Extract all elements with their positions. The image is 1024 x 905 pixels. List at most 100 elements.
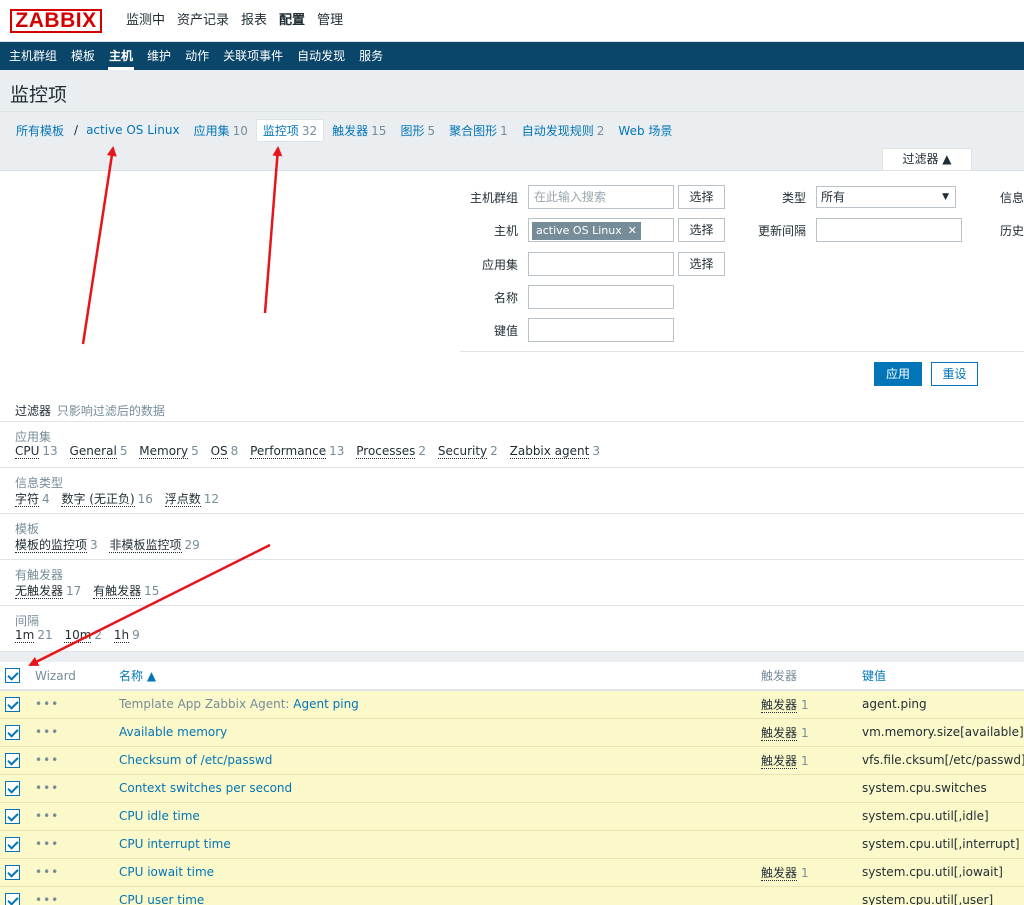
row-checkbox[interactable] <box>5 864 20 880</box>
subfilter-option-name[interactable]: Zabbix agent <box>509 444 590 459</box>
subfilter-option-name[interactable]: 非模板监控项 <box>109 538 182 553</box>
wizard-menu-icon[interactable]: ••• <box>35 837 59 851</box>
menu-reports[interactable]: 报表 <box>235 0 273 42</box>
item-name-link[interactable]: CPU interrupt time <box>119 837 231 851</box>
subfilter-option-name[interactable]: General <box>69 444 117 459</box>
subfilter-option[interactable]: 非模板监控项 29 <box>109 538 200 553</box>
tab-triggers-label[interactable]: 触发器 <box>332 124 368 138</box>
wizard-menu-icon[interactable]: ••• <box>35 865 59 879</box>
subfilter-option[interactable]: 无触发器 17 <box>15 584 81 599</box>
subfilter-option[interactable]: Memory 5 <box>139 444 199 459</box>
tab-discovery-rules[interactable]: 自动发现规则 2 <box>516 120 611 141</box>
subfilter-option[interactable]: 有触发器 15 <box>93 584 159 599</box>
row-checkbox[interactable] <box>5 808 20 824</box>
menu-inventory[interactable]: 资产记录 <box>171 0 235 42</box>
subfilter-option[interactable]: 1h 9 <box>113 628 140 643</box>
tab-triggers[interactable]: 触发器 15 <box>326 120 392 141</box>
tab-graphs-label[interactable]: 图形 <box>400 124 424 138</box>
filter-toggle-tab[interactable]: 过滤器 ▲ <box>882 148 972 171</box>
host-group-select-button[interactable]: 选择 <box>678 185 725 209</box>
tab-discovery-rules-label[interactable]: 自动发现规则 <box>522 124 594 138</box>
subfilter-option[interactable]: 字符 4 <box>15 492 50 507</box>
triggers-link[interactable]: 触发器 <box>761 865 798 881</box>
subfilter-option-name[interactable]: 1m <box>15 628 35 643</box>
subfilter-option-name[interactable]: 浮点数 <box>164 492 201 507</box>
row-checkbox[interactable] <box>5 836 20 852</box>
apply-button[interactable]: 应用 <box>874 362 922 386</box>
row-checkbox[interactable] <box>5 724 20 740</box>
subfilter-option[interactable]: Security 2 <box>437 444 498 459</box>
subfilter-option-name[interactable]: 有触发器 <box>93 584 142 599</box>
remove-tag-icon[interactable]: ✕ <box>628 224 637 237</box>
subfilter-option-name[interactable]: CPU <box>15 444 40 459</box>
tab-applications-label[interactable]: 应用集 <box>194 124 230 138</box>
host-input[interactable]: active OS Linux ✕ <box>528 218 674 242</box>
subfilter-option[interactable]: CPU 13 <box>15 444 58 459</box>
wizard-menu-icon[interactable]: ••• <box>35 809 59 823</box>
subfilter-option[interactable]: 浮点数 12 <box>164 492 219 507</box>
subfilter-option[interactable]: Performance 13 <box>250 444 344 459</box>
wizard-menu-icon[interactable]: ••• <box>35 725 59 739</box>
template-link[interactable]: Template App Zabbix Agent: <box>119 697 289 711</box>
select-all-checkbox[interactable] <box>5 668 20 683</box>
wizard-menu-icon[interactable]: ••• <box>35 893 59 905</box>
subnav-templates[interactable]: 模板 <box>64 42 102 70</box>
item-name-link[interactable]: Agent ping <box>293 697 359 711</box>
row-checkbox[interactable] <box>5 752 20 768</box>
subnav-services[interactable]: 服务 <box>352 42 390 70</box>
reset-button[interactable]: 重设 <box>931 362 978 386</box>
row-checkbox[interactable] <box>5 696 20 712</box>
tab-applications[interactable]: 应用集 10 <box>188 120 254 141</box>
subfilter-option-name[interactable]: 字符 <box>15 492 40 507</box>
triggers-link[interactable]: 触发器 <box>761 697 798 713</box>
breadcrumb-all-templates[interactable]: 所有模板 <box>10 120 70 141</box>
application-input[interactable] <box>528 252 674 276</box>
wizard-menu-icon[interactable]: ••• <box>35 697 59 711</box>
subfilter-option[interactable]: 10m 2 <box>64 628 102 643</box>
triggers-link[interactable]: 触发器 <box>761 725 798 741</box>
triggers-link[interactable]: 触发器 <box>761 753 798 769</box>
item-name-link[interactable]: Checksum of /etc/passwd <box>119 753 272 767</box>
subnav-discovery[interactable]: 自动发现 <box>290 42 352 70</box>
host-select-button[interactable]: 选择 <box>678 218 725 242</box>
menu-configuration[interactable]: 配置 <box>273 0 311 42</box>
subnav-maintenance[interactable]: 维护 <box>140 42 178 70</box>
subfilter-option-name[interactable]: Memory <box>139 444 189 459</box>
breadcrumb-host[interactable]: active OS Linux <box>80 121 186 139</box>
wizard-menu-icon[interactable]: ••• <box>35 753 59 767</box>
name-input[interactable] <box>528 285 674 309</box>
host-group-input[interactable]: 在此输入搜索 <box>528 185 674 209</box>
type-select[interactable]: 所有 ▼ <box>816 186 956 208</box>
subfilter-option-name[interactable]: 模板的监控项 <box>15 538 88 553</box>
item-name-link[interactable]: CPU iowait time <box>119 865 214 879</box>
subfilter-option-name[interactable]: Security <box>437 444 488 459</box>
item-name-link[interactable]: Context switches per second <box>119 781 292 795</box>
tab-graphs[interactable]: 图形 5 <box>394 120 441 141</box>
tab-screens-label[interactable]: 聚合图形 <box>449 124 497 138</box>
subfilter-option-name[interactable]: Processes <box>356 444 416 459</box>
row-checkbox[interactable] <box>5 892 20 905</box>
item-name-link[interactable]: CPU idle time <box>119 809 200 823</box>
item-name-link[interactable]: Available memory <box>119 725 227 739</box>
subfilter-option[interactable]: 数字 (无正负) 16 <box>61 492 153 507</box>
subfilter-option-name[interactable]: 1h <box>113 628 130 643</box>
key-sort-link[interactable]: 键值 <box>862 669 886 683</box>
subfilter-option[interactable]: 模板的监控项 3 <box>15 538 98 553</box>
tab-web-scenarios-label[interactable]: Web 场景 <box>618 124 672 138</box>
subnav-host-groups[interactable]: 主机群组 <box>2 42 64 70</box>
tab-items[interactable]: 监控项 32 <box>255 118 325 142</box>
wizard-menu-icon[interactable]: ••• <box>35 781 59 795</box>
subfilter-option-name[interactable]: 10m <box>64 628 92 643</box>
name-sort-link[interactable]: 名称 ▲ <box>119 669 156 683</box>
menu-administration[interactable]: 管理 <box>311 0 349 42</box>
subfilter-option-name[interactable]: Performance <box>250 444 327 459</box>
subnav-actions[interactable]: 动作 <box>178 42 216 70</box>
tab-web-scenarios[interactable]: Web 场景 <box>612 120 678 141</box>
application-select-button[interactable]: 选择 <box>678 252 725 276</box>
subfilter-option[interactable]: Processes 2 <box>356 444 426 459</box>
tab-screens[interactable]: 聚合图形 1 <box>443 120 514 141</box>
subfilter-option[interactable]: General 5 <box>69 444 127 459</box>
item-name-link[interactable]: CPU user time <box>119 893 204 905</box>
key-input[interactable] <box>528 318 674 342</box>
tab-items-label[interactable]: 监控项 <box>263 124 299 138</box>
